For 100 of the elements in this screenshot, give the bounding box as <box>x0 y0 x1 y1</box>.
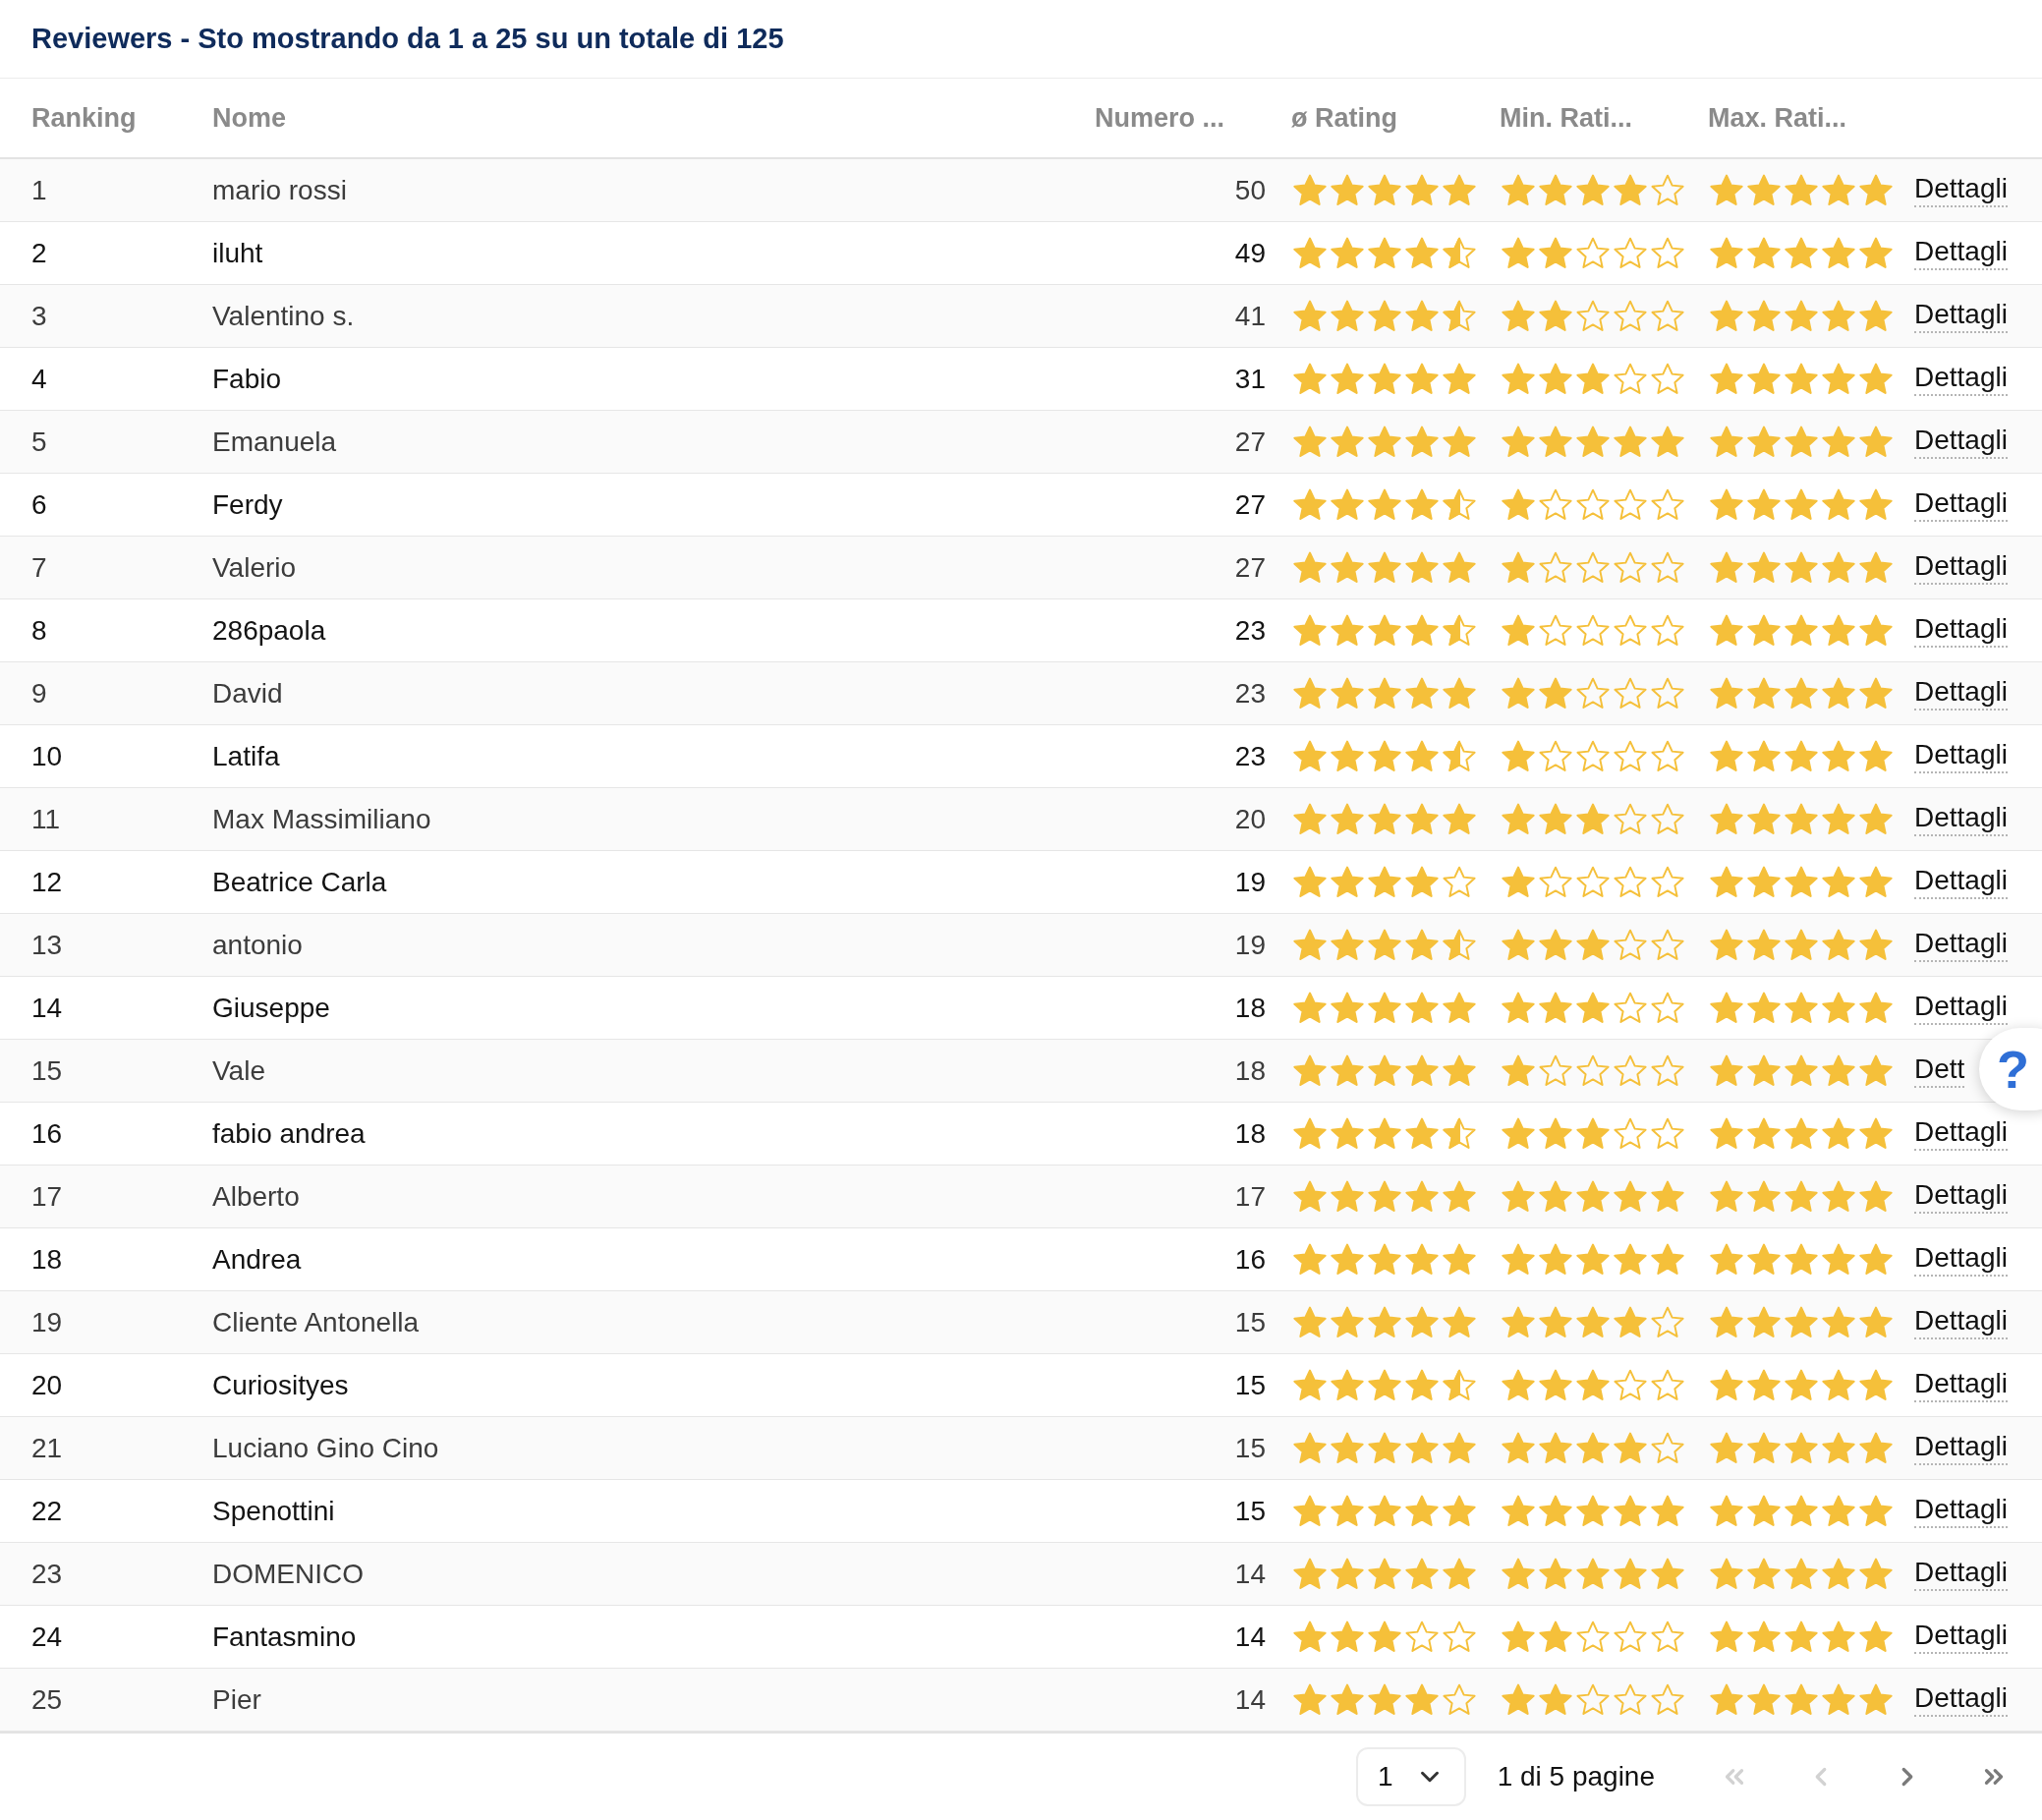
star-icon <box>1858 172 1894 208</box>
star-icon <box>1858 424 1894 460</box>
star-icon <box>1709 927 1744 963</box>
star-icon <box>1821 1493 1856 1529</box>
details-link[interactable]: Dettagli <box>1914 802 2008 836</box>
star-icon <box>1367 1178 1402 1215</box>
star-icon <box>1613 1178 1648 1215</box>
empty-star-icon <box>1442 864 1477 900</box>
star-icon <box>1784 1304 1819 1340</box>
details-link[interactable]: Dettagli <box>1914 1682 2008 1717</box>
count-cell-text: 20 <box>1233 803 1267 835</box>
details-link[interactable]: Dettagli <box>1914 1116 2008 1151</box>
details-link[interactable]: Dettagli <box>1914 1494 2008 1528</box>
star-icon <box>1575 172 1611 208</box>
star-icon <box>1858 361 1894 397</box>
star-icon <box>1821 486 1856 523</box>
half-star-icon <box>1442 486 1477 523</box>
details-link[interactable]: Dettagli <box>1914 1431 2008 1465</box>
star-icon <box>1501 675 1536 711</box>
star-icon <box>1404 1304 1440 1340</box>
star-icon <box>1746 1556 1782 1592</box>
empty-star-icon <box>1650 1619 1685 1655</box>
star-icon <box>1746 1619 1782 1655</box>
details-link[interactable]: Dettagli <box>1914 865 2008 899</box>
star-icon <box>1538 1367 1573 1403</box>
empty-star-icon <box>1575 549 1611 586</box>
star-icon <box>1821 1178 1856 1215</box>
details-link[interactable]: Dettagli <box>1914 1242 2008 1277</box>
details-link[interactable]: Dettagli <box>1914 991 2008 1025</box>
star-icon <box>1330 298 1365 334</box>
star-icon <box>1784 424 1819 460</box>
name-cell-text: Fantasmino <box>212 1621 358 1653</box>
star-icon <box>1367 1681 1402 1718</box>
star-icon <box>1367 172 1402 208</box>
rank-cell-text: 20 <box>31 1369 64 1401</box>
star-icon <box>1330 549 1365 586</box>
star-icon <box>1613 172 1648 208</box>
star-icon <box>1442 1493 1477 1529</box>
details-link[interactable]: Dettagli <box>1914 236 2008 270</box>
empty-star-icon <box>1613 298 1648 334</box>
details-link[interactable]: Dettagli <box>1914 739 2008 773</box>
star-icon <box>1821 172 1856 208</box>
star-icon <box>1821 927 1856 963</box>
star-icon <box>1367 1304 1402 1340</box>
rank-cell-text: 11 <box>31 803 62 835</box>
star-icon <box>1821 801 1856 837</box>
rank-cell-text: 3 <box>31 300 48 332</box>
details-link[interactable]: Dettagli <box>1914 613 2008 648</box>
star-icon <box>1538 927 1573 963</box>
empty-star-icon <box>1613 1367 1648 1403</box>
details-link[interactable]: Dettagli <box>1914 1557 2008 1591</box>
rank-cell-text: 21 <box>31 1432 64 1464</box>
name-cell-text: Giuseppe <box>212 992 331 1024</box>
count-cell-text: 14 <box>1233 1683 1267 1716</box>
empty-star-icon <box>1538 486 1573 523</box>
star-icon <box>1709 801 1744 837</box>
star-icon <box>1746 1430 1782 1466</box>
details-link[interactable]: Dettagli <box>1914 1305 2008 1339</box>
star-icon <box>1367 1052 1402 1089</box>
empty-star-icon <box>1650 298 1685 334</box>
details-link[interactable]: Dettagli <box>1914 1179 2008 1214</box>
details-link[interactable]: Dettagli <box>1914 173 2008 207</box>
star-icon <box>1501 172 1536 208</box>
details-link[interactable]: Dettagli <box>1914 1368 2008 1402</box>
empty-star-icon <box>1650 864 1685 900</box>
star-icon <box>1746 801 1782 837</box>
star-icon <box>1367 612 1402 649</box>
empty-star-icon <box>1650 612 1685 649</box>
star-icon <box>1821 1619 1856 1655</box>
star-icon <box>1367 675 1402 711</box>
empty-star-icon <box>1613 361 1648 397</box>
star-icon <box>1784 549 1819 586</box>
star-icon <box>1858 1304 1894 1340</box>
star-icon <box>1330 1493 1365 1529</box>
details-link[interactable]: Dettagli <box>1914 1620 2008 1654</box>
details-link[interactable]: Dettagli <box>1914 425 2008 459</box>
details-link[interactable]: Dettagli <box>1914 299 2008 333</box>
star-icon <box>1746 864 1782 900</box>
empty-star-icon <box>1650 486 1685 523</box>
details-link[interactable]: Dettagli <box>1914 487 2008 522</box>
name-cell-text: Ferdy <box>212 488 284 521</box>
details-link[interactable]: Dett <box>1914 1053 1965 1088</box>
empty-star-icon <box>1650 675 1685 711</box>
star-icon <box>1292 424 1328 460</box>
star-icon <box>1501 738 1536 774</box>
star-icon <box>1404 738 1440 774</box>
star-icon <box>1404 1052 1440 1089</box>
details-link[interactable]: Dettagli <box>1914 928 2008 962</box>
star-icon <box>1784 1681 1819 1718</box>
star-icon <box>1367 424 1402 460</box>
star-icon <box>1784 235 1819 271</box>
star-icon <box>1575 1178 1611 1215</box>
rank-cell-text: 10 <box>31 740 64 772</box>
rank-cell-text: 23 <box>31 1558 64 1590</box>
page-select[interactable]: 1 <box>1356 1747 1466 1806</box>
details-link[interactable]: Dettagli <box>1914 676 2008 711</box>
star-icon <box>1613 1241 1648 1278</box>
empty-star-icon <box>1575 864 1611 900</box>
details-link[interactable]: Dettagli <box>1914 362 2008 396</box>
details-link[interactable]: Dettagli <box>1914 550 2008 585</box>
